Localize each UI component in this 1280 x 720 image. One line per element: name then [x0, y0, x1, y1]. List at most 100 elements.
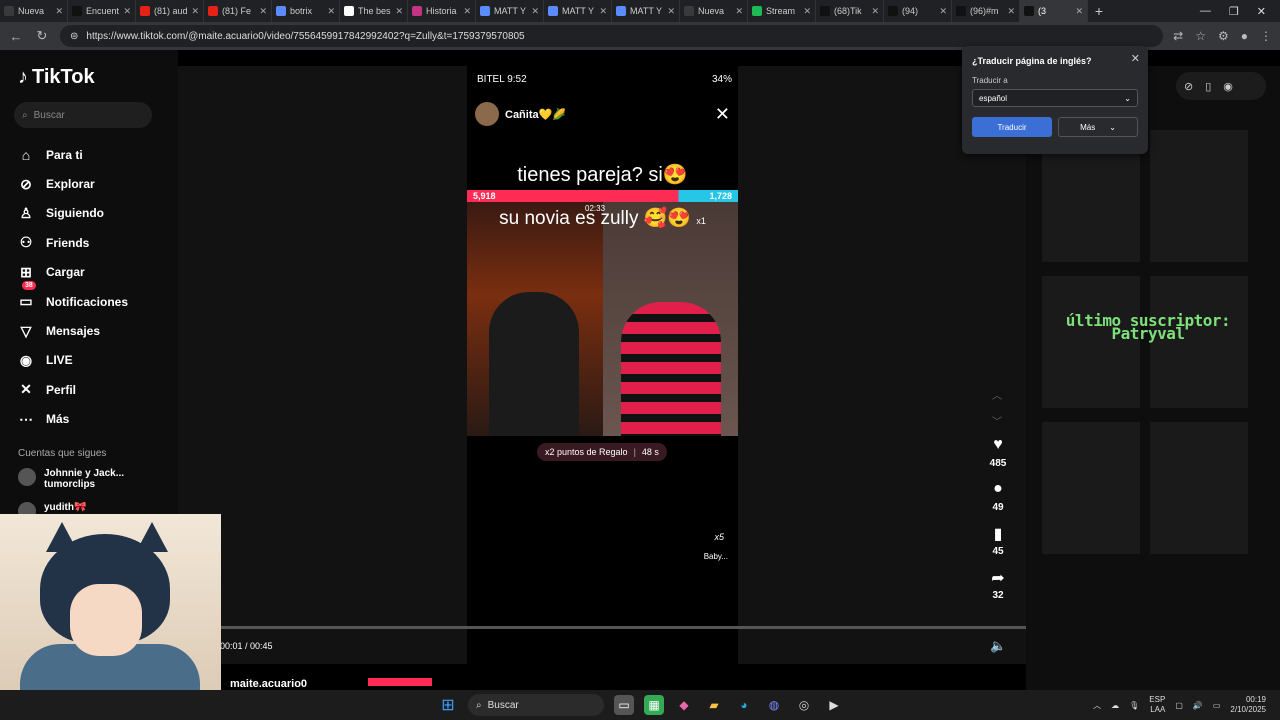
- browser-tab[interactable]: Encuent ✕: [68, 0, 136, 22]
- taskbar-search[interactable]: ⌕ Buscar: [468, 694, 604, 716]
- tab-close-icon[interactable]: ✕: [803, 6, 811, 17]
- browser-tab[interactable]: (68)Tik ✕: [816, 0, 884, 22]
- bookmark-icon[interactable]: ▮: [994, 524, 1003, 546]
- cloud-icon[interactable]: ☁: [1111, 701, 1119, 710]
- compass-icon[interactable]: ⊘: [1184, 80, 1193, 93]
- chevron-up-icon[interactable]: ︿: [1093, 700, 1101, 711]
- menu-icon[interactable]: ⋮: [1260, 29, 1272, 43]
- volume-icon[interactable]: 🔊: [1193, 701, 1203, 710]
- comment-icon[interactable]: ●: [993, 480, 1003, 502]
- translate-icon[interactable]: ⇄: [1173, 29, 1183, 43]
- tab-close-icon[interactable]: ✕: [191, 6, 199, 17]
- share-icon[interactable]: ➦: [991, 568, 1004, 590]
- browser-tab[interactable]: botrix ✕: [272, 0, 340, 22]
- more-button[interactable]: Más ⌄: [1058, 117, 1138, 137]
- browser-tab[interactable]: (96)#m ✕: [952, 0, 1020, 22]
- tab-close-icon[interactable]: ✕: [55, 6, 63, 17]
- search-input[interactable]: ⌕ Buscar: [14, 102, 152, 128]
- phone-icon[interactable]: ▯: [1205, 80, 1211, 93]
- mic-icon[interactable]: 🎙: [1129, 701, 1139, 710]
- thumbnail[interactable]: [1042, 422, 1140, 554]
- browser-tab[interactable]: (81) aud ✕: [136, 0, 204, 22]
- sidebar-item-7[interactable]: ◉ LIVE: [18, 346, 128, 375]
- sidebar-item-6[interactable]: ▽ Mensajes: [18, 316, 128, 345]
- browser-tab[interactable]: Nueva ✕: [0, 0, 68, 22]
- live-host[interactable]: Cañita💛🌽: [475, 102, 566, 126]
- tab-close-icon[interactable]: ✕: [123, 6, 131, 17]
- new-tab-button[interactable]: +: [1088, 3, 1110, 19]
- media-player-icon[interactable]: ▶: [824, 695, 844, 715]
- maximize-icon[interactable]: ❐: [1229, 5, 1239, 18]
- bookmark-star-icon[interactable]: ☆: [1195, 29, 1206, 43]
- language-indicator[interactable]: ESP LAA: [1149, 695, 1165, 715]
- minimize-icon[interactable]: —: [1200, 5, 1211, 18]
- video-author[interactable]: maite.acuario0: [230, 678, 307, 690]
- tab-close-icon[interactable]: ✕: [939, 6, 947, 17]
- sidebar-item-9[interactable]: ⋯ Más: [18, 405, 128, 434]
- action-bar: ♥ 485 ● 49 ▮ 45 ➦ 32: [984, 436, 1012, 612]
- refresh-icon[interactable]: ↻: [34, 28, 50, 44]
- sidebar-item-8[interactable]: ✕ Perfil: [18, 375, 128, 404]
- browser-tab[interactable]: MATT Y ✕: [612, 0, 680, 22]
- browser-tab[interactable]: Stream ✕: [748, 0, 816, 22]
- network-icon[interactable]: ▢: [1175, 701, 1183, 710]
- tab-close-icon[interactable]: ✕: [735, 6, 743, 17]
- tab-close-icon[interactable]: ✕: [1075, 6, 1083, 17]
- heart-icon[interactable]: ♥: [993, 436, 1003, 458]
- browser-tab[interactable]: MATT Y ✕: [544, 0, 612, 22]
- folder-icon[interactable]: ▰: [704, 695, 724, 715]
- profile-icon[interactable]: ●: [1241, 29, 1248, 43]
- language-select[interactable]: español ⌄: [972, 89, 1138, 107]
- tab-close-icon[interactable]: ✕: [463, 6, 471, 17]
- url-field[interactable]: ⊜ https://www.tiktok.com/@maite.acuario0…: [60, 25, 1164, 47]
- browser-tab[interactable]: The bes ✕: [340, 0, 408, 22]
- copilot-icon[interactable]: ◆: [674, 695, 694, 715]
- browser-tab[interactable]: (3 ✕: [1020, 0, 1088, 22]
- discord-icon[interactable]: ◍: [764, 695, 784, 715]
- close-icon[interactable]: ✕: [715, 104, 730, 125]
- sidebar-item-2[interactable]: ♙ Siguiendo: [18, 199, 128, 228]
- obs-icon[interactable]: ◎: [794, 695, 814, 715]
- edge-icon[interactable]: ◕: [734, 695, 754, 715]
- video-progress-bar[interactable]: [220, 626, 1026, 629]
- extensions-icon[interactable]: ⚙: [1218, 29, 1229, 43]
- sidebar-item-5[interactable]: ▭ 38 Notificaciones: [18, 280, 128, 316]
- translate-button[interactable]: Traducir: [972, 117, 1052, 137]
- close-window-icon[interactable]: ✕: [1257, 5, 1266, 18]
- tab-close-icon[interactable]: ✕: [259, 6, 267, 17]
- sidebar-item-3[interactable]: ⚇ Friends: [18, 228, 128, 257]
- avatar-icon[interactable]: ◉: [1223, 80, 1233, 93]
- windows-start-icon[interactable]: ⊞: [438, 695, 458, 715]
- site-info-icon[interactable]: ⊜: [70, 31, 78, 42]
- video-player[interactable]: BITEL 9:52 34% Cañita💛🌽 ✕ tienes pareja?…: [467, 66, 738, 664]
- close-icon[interactable]: ✕: [1131, 52, 1140, 65]
- tab-close-icon[interactable]: ✕: [599, 6, 607, 17]
- store-icon[interactable]: ▦: [644, 695, 664, 715]
- tab-close-icon[interactable]: ✕: [327, 6, 335, 17]
- task-view-icon[interactable]: ▭: [614, 695, 634, 715]
- browser-tab[interactable]: MATT Y ✕: [476, 0, 544, 22]
- browser-tab[interactable]: (94) ✕: [884, 0, 952, 22]
- tab-close-icon[interactable]: ✕: [1007, 6, 1015, 17]
- back-icon[interactable]: ←: [8, 29, 24, 44]
- browser-tab[interactable]: (81) Fe ✕: [204, 0, 272, 22]
- sidebar-item-0[interactable]: ⌂ Para ti: [18, 140, 128, 169]
- browser-tab[interactable]: Nueva ✕: [680, 0, 748, 22]
- chevron-down-icon[interactable]: ﹀: [992, 410, 1002, 436]
- tab-close-icon[interactable]: ✕: [667, 6, 675, 17]
- browser-tab[interactable]: Historia ✕: [408, 0, 476, 22]
- following-item[interactable]: Johnnie y Jack... tumorclips: [18, 468, 124, 490]
- volume-icon[interactable]: 🔈: [990, 638, 1006, 654]
- chevron-up-icon[interactable]: ︿: [992, 384, 1002, 410]
- thumbnail[interactable]: [1150, 130, 1248, 262]
- clock[interactable]: 00:19 2/10/2025: [1230, 695, 1266, 715]
- thumbnail[interactable]: [1150, 422, 1248, 554]
- tab-close-icon[interactable]: ✕: [871, 6, 879, 17]
- follow-button[interactable]: [368, 678, 432, 686]
- sidebar-item-1[interactable]: ⊘ Explorar: [18, 169, 128, 198]
- battery-icon[interactable]: ▭: [1213, 701, 1221, 710]
- tiktok-logo[interactable]: ♪ TikTok: [18, 66, 95, 89]
- translate-title: ¿Traducir página de inglés?: [972, 56, 1092, 66]
- tab-close-icon[interactable]: ✕: [395, 6, 403, 17]
- tab-close-icon[interactable]: ✕: [531, 6, 539, 17]
